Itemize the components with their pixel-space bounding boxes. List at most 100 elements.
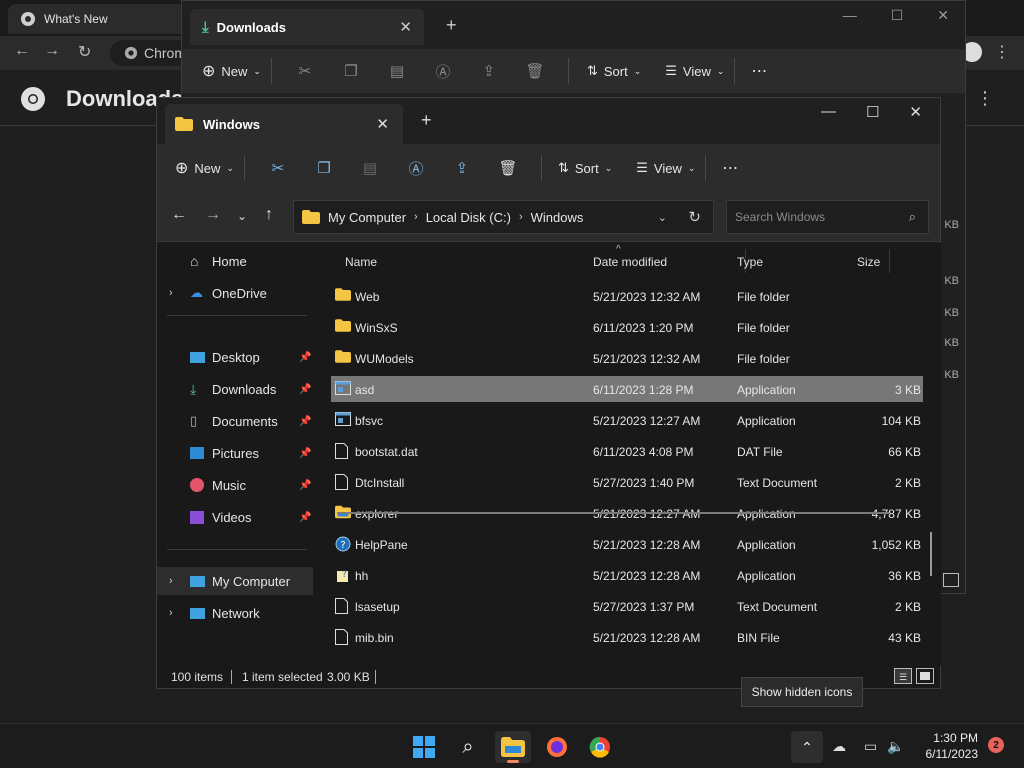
new-tab-icon[interactable]: + — [421, 110, 432, 131]
column-name[interactable]: Name — [345, 255, 377, 269]
pin-icon[interactable]: 📌 — [299, 384, 311, 395]
pin-icon[interactable]: 📌 — [299, 416, 311, 427]
new-button[interactable]: ⊕ New ⌄ — [175, 158, 234, 178]
up-arrow-icon[interactable]: ↑ — [265, 206, 273, 224]
nav-downloads[interactable]: ⤓ Downloads 📌 — [157, 375, 313, 403]
address-bar[interactable]: My Computer › Local Disk (C:) › Windows … — [293, 200, 714, 234]
close-tab-icon[interactable]: ✕ — [399, 18, 412, 36]
close-icon[interactable]: ✕ — [937, 7, 949, 24]
clock[interactable]: 1:30 PM 6/11/2023 — [910, 730, 979, 762]
rename-icon[interactable]: Ⓐ — [393, 158, 439, 179]
breadcrumb-local-disk[interactable]: Local Disk (C:) — [426, 210, 511, 225]
cut-icon[interactable]: ✂ — [255, 159, 301, 177]
view-button[interactable]: ☰ View ⌄ — [636, 160, 695, 176]
back-arrow-icon[interactable]: ← — [171, 206, 187, 224]
new-tab-icon[interactable]: + — [446, 15, 457, 36]
share-icon[interactable]: ⇪ — [466, 62, 512, 80]
maximize-icon[interactable]: ☐ — [866, 103, 879, 121]
chrome-button[interactable] — [582, 731, 618, 763]
table-row[interactable]: ? hh 5/21/2023 12:28 AM Application 36 KB — [331, 562, 923, 588]
column-type[interactable]: Type — [737, 255, 763, 269]
refresh-icon[interactable]: ↻ — [688, 208, 701, 226]
copy-icon[interactable]: ❐ — [301, 159, 347, 177]
chrome-forward-icon[interactable]: → — [44, 42, 60, 60]
show-hidden-icons-button[interactable]: ⌃ — [791, 731, 823, 763]
rename-icon[interactable]: Ⓐ — [420, 61, 466, 82]
back-new-button[interactable]: ⊕ New ⌄ — [202, 61, 261, 81]
table-row[interactable]: DtcInstall 5/27/2023 1:40 PM Text Document… — [331, 469, 923, 495]
vertical-scrollbar[interactable] — [930, 532, 932, 576]
minimize-icon[interactable]: — — [843, 7, 857, 24]
delete-icon[interactable]: 🗑 — [485, 159, 531, 177]
file-explorer-button[interactable] — [495, 731, 531, 763]
nav-network[interactable]: › Network — [157, 599, 313, 627]
sort-button[interactable]: ⇅ Sort ⌄ — [558, 160, 612, 176]
nav-videos[interactable]: Videos 📌 — [157, 503, 313, 531]
delete-icon[interactable]: 🗑 — [512, 62, 558, 80]
chrome-omnibox[interactable]: Chrom — [110, 40, 190, 66]
chevron-down-icon[interactable]: ⌄ — [658, 211, 667, 224]
page-more-icon[interactable]: ⋮ — [976, 88, 994, 109]
volume-icon[interactable]: 🔈 — [887, 738, 904, 755]
paste-icon[interactable]: ▤ — [374, 62, 420, 80]
table-row[interactable]: bootstat.dat 6/11/2023 4:08 PM DAT File 66 … — [331, 438, 923, 464]
downloads-tab[interactable]: ⤓ Downloads ✕ — [190, 9, 424, 45]
chrome-back-icon[interactable]: ← — [14, 42, 30, 60]
column-date[interactable]: Date modified — [593, 255, 667, 269]
start-button[interactable] — [406, 731, 442, 763]
horizontal-scrollbar[interactable] — [337, 512, 889, 514]
cut-icon[interactable]: ✂ — [282, 62, 328, 80]
notification-badge[interactable]: 2 — [988, 737, 1004, 753]
back-sort-button[interactable]: ⇅ Sort ⌄ — [587, 63, 641, 79]
column-size[interactable]: Size — [857, 255, 880, 269]
nav-onedrive[interactable]: › ☁ OneDrive — [157, 279, 313, 307]
table-row[interactable]: Web 5/21/2023 12:32 AM File folder — [331, 283, 923, 309]
cloud-offline-icon[interactable]: ☁ — [832, 738, 846, 755]
pin-icon[interactable]: 📌 — [299, 352, 311, 363]
table-row[interactable]: lsasetup 5/27/2023 1:37 PM Text Document 2 … — [331, 593, 923, 619]
more-options-icon[interactable]: ⋯ — [751, 61, 767, 81]
details-view-icon[interactable]: ☰ — [894, 668, 912, 684]
forward-arrow-icon[interactable]: → — [205, 206, 221, 224]
pin-icon[interactable]: 📌 — [299, 448, 311, 459]
search-box[interactable]: Search Windows ⌕ — [726, 200, 929, 234]
nav-my-computer[interactable]: › My Computer — [157, 567, 313, 595]
share-icon[interactable]: ⇪ — [439, 159, 485, 177]
nav-documents[interactable]: ▯ Documents 📌 — [157, 407, 313, 435]
chevron-right-icon[interactable]: › — [169, 575, 173, 587]
chrome-menu-icon[interactable]: ⋮ — [994, 42, 1010, 62]
search-button[interactable]: ⌕ — [450, 731, 486, 763]
chevron-right-icon[interactable]: › — [169, 607, 173, 619]
firefox-button[interactable] — [539, 731, 575, 763]
pin-icon[interactable]: 📌 — [299, 512, 311, 523]
table-row[interactable]: asd 6/11/2023 1:28 PM Application 3 KB — [331, 376, 923, 402]
chrome-reload-icon[interactable]: ↻ — [78, 42, 91, 62]
copy-icon[interactable]: ❐ — [328, 62, 374, 80]
back-view-toggle[interactable] — [943, 573, 959, 587]
nav-pictures[interactable]: Pictures 📌 — [157, 439, 313, 467]
paste-icon[interactable]: ▤ — [347, 159, 393, 177]
maximize-icon[interactable]: ☐ — [891, 7, 904, 24]
tiles-view-icon[interactable] — [916, 668, 934, 684]
pin-icon[interactable]: 📌 — [299, 480, 311, 491]
nav-home[interactable]: ⌂ Home — [157, 247, 313, 275]
recent-locations-icon[interactable]: ⌄ — [237, 209, 247, 223]
table-row[interactable]: ? HelpPane 5/21/2023 12:28 AM Application 1,… — [331, 531, 923, 557]
nav-music[interactable]: Music 📌 — [157, 471, 313, 499]
breadcrumb-windows[interactable]: Windows — [531, 210, 584, 225]
back-view-button[interactable]: ☰ View ⌄ — [665, 63, 724, 79]
table-row[interactable]: WinSxS 6/11/2023 1:20 PM File folder — [331, 314, 923, 340]
table-row[interactable]: WUModels 5/21/2023 12:32 AM File folder — [331, 345, 923, 371]
minimize-icon[interactable]: — — [821, 103, 836, 121]
more-options-icon[interactable]: ⋯ — [722, 158, 738, 178]
breadcrumb-my-computer[interactable]: My Computer — [328, 210, 406, 225]
chevron-right-icon[interactable]: › — [169, 287, 173, 299]
network-status-icon[interactable]: ▭ — [864, 738, 877, 755]
close-tab-icon[interactable]: ✕ — [376, 115, 389, 133]
nav-desktop[interactable]: Desktop 📌 — [157, 343, 313, 371]
table-row[interactable]: mib.bin 5/21/2023 12:28 AM BIN File 43 KB — [331, 624, 923, 650]
table-row[interactable]: bfsvc 5/21/2023 12:27 AM Application 104 KB — [331, 407, 923, 433]
close-icon[interactable]: ✕ — [909, 103, 922, 121]
windows-tab[interactable]: Windows ✕ — [165, 104, 403, 144]
chrome-tab[interactable]: What's New — [8, 4, 186, 34]
